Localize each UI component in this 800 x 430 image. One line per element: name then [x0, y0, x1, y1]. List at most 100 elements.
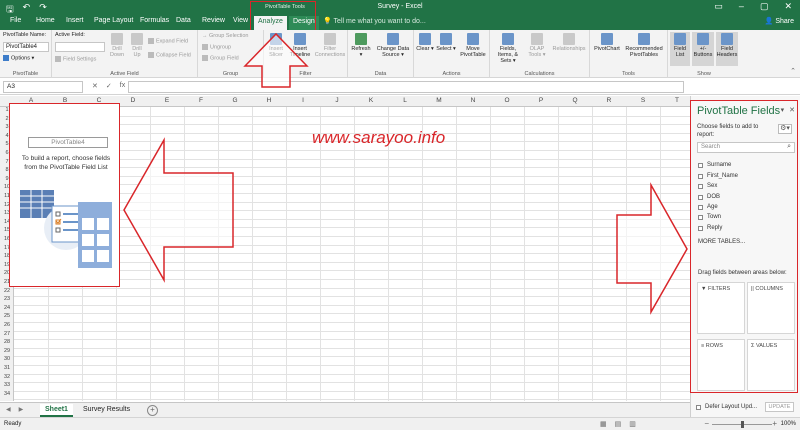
row-header[interactable]: 29: [0, 348, 14, 354]
recommended-pivottables-button[interactable]: Recommended PivotTables: [622, 33, 666, 58]
column-header[interactable]: R: [592, 97, 626, 104]
checkbox[interactable]: [698, 194, 703, 200]
row-header[interactable]: 32: [0, 374, 14, 380]
update-button[interactable]: UPDATE: [765, 402, 794, 412]
page-break-view-icon[interactable]: ▥: [629, 420, 636, 428]
column-header[interactable]: O: [490, 97, 524, 104]
checkbox[interactable]: [698, 204, 703, 210]
tab-data[interactable]: Data: [176, 17, 191, 24]
tab-view[interactable]: View: [233, 17, 248, 24]
row-header[interactable]: 28: [0, 339, 14, 345]
pane-close-icon[interactable]: ✕: [789, 106, 795, 114]
tab-page-layout[interactable]: Page Layout: [94, 17, 133, 24]
checkbox[interactable]: [698, 162, 703, 168]
filter-connections-button[interactable]: Filter Connections: [314, 33, 346, 58]
share-button[interactable]: 👤 Share: [765, 17, 794, 25]
field-item-surname[interactable]: Surname: [698, 162, 731, 168]
group-field-button[interactable]: Group Field: [202, 55, 239, 61]
field-list-button[interactable]: Field List: [670, 32, 690, 66]
column-header[interactable]: D: [116, 97, 150, 104]
column-header[interactable]: J: [320, 97, 354, 104]
zoom-in-icon[interactable]: +: [772, 419, 777, 428]
row-header[interactable]: 26: [0, 322, 14, 328]
tab-home[interactable]: Home: [36, 17, 55, 24]
drill-down-button[interactable]: Drill Down: [108, 33, 126, 58]
columns-area[interactable]: || COLUMNS: [747, 282, 795, 334]
checkbox[interactable]: [698, 173, 703, 179]
field-item-first-name[interactable]: First_Name: [698, 173, 738, 179]
tab-file[interactable]: File: [10, 17, 21, 24]
pane-options-icon[interactable]: ▾: [781, 106, 785, 114]
relationships-button[interactable]: Relationships: [550, 33, 588, 52]
next-sheet-icon[interactable]: ▶: [19, 406, 24, 413]
column-header[interactable]: H: [252, 97, 286, 104]
expand-field-button[interactable]: Expand Field: [148, 38, 188, 44]
column-header[interactable]: G: [218, 97, 252, 104]
rows-area[interactable]: ≡ ROWS: [697, 339, 745, 391]
minimize-icon[interactable]: –: [739, 1, 744, 12]
options-button[interactable]: Options ▾: [3, 55, 34, 61]
column-header[interactable]: L: [388, 97, 422, 104]
ungroup-button[interactable]: Ungroup: [202, 44, 231, 50]
olap-tools-button[interactable]: OLAP Tools ▾: [526, 33, 548, 58]
column-header[interactable]: Q: [558, 97, 592, 104]
buttons-toggle[interactable]: +/- Buttons: [692, 32, 714, 66]
row-header[interactable]: 34: [0, 391, 14, 397]
cancel-icon[interactable]: ✕: [92, 82, 98, 90]
collapse-field-button[interactable]: Collapse Field: [148, 52, 191, 58]
row-header[interactable]: 24: [0, 305, 14, 311]
tab-insert[interactable]: Insert: [66, 17, 84, 24]
zoom-level[interactable]: 100%: [781, 421, 796, 427]
formula-input[interactable]: [128, 81, 684, 93]
field-settings-button[interactable]: Field Settings: [55, 56, 96, 62]
fields-items-sets-button[interactable]: Fields, Items, & Sets ▾: [492, 33, 524, 64]
ribbon-display-icon[interactable]: ▭: [714, 1, 723, 12]
row-header[interactable]: 30: [0, 356, 14, 362]
row-header[interactable]: 31: [0, 365, 14, 371]
checkbox[interactable]: [698, 225, 703, 231]
field-item-reply[interactable]: Reply: [698, 225, 722, 231]
filters-area[interactable]: ▼ FILTERS: [697, 282, 745, 334]
pivotchart-button[interactable]: PivotChart: [592, 33, 622, 52]
row-header[interactable]: 22: [0, 288, 14, 294]
normal-view-icon[interactable]: ▦: [600, 420, 607, 428]
row-header[interactable]: 25: [0, 313, 14, 319]
enter-icon[interactable]: ✓: [106, 82, 112, 90]
field-item-town[interactable]: Town: [698, 214, 721, 220]
add-sheet-button[interactable]: +: [147, 405, 158, 416]
checkbox[interactable]: [696, 404, 701, 410]
field-item-sex[interactable]: Sex: [698, 183, 717, 189]
sheet-tab-sheet1[interactable]: Sheet1: [40, 404, 73, 417]
row-header[interactable]: 27: [0, 331, 14, 337]
insert-slicer-button[interactable]: Insert Slicer: [266, 33, 286, 58]
tell-me-box[interactable]: 💡 Tell me what you want to do...: [323, 17, 426, 25]
change-data-source-button[interactable]: Change Data Source ▾: [374, 33, 412, 58]
tab-formulas[interactable]: Formulas: [140, 17, 169, 24]
field-item-dob[interactable]: DOB: [698, 194, 720, 200]
field-item-age[interactable]: Age: [698, 204, 718, 210]
more-tables-link[interactable]: MORE TABLES...: [698, 239, 745, 245]
insert-timeline-button[interactable]: Insert Timeline: [288, 33, 312, 58]
column-header[interactable]: K: [354, 97, 388, 104]
drill-up-button[interactable]: Drill Up: [128, 33, 146, 58]
clear-button[interactable]: Clear ▾: [416, 33, 434, 52]
collapse-ribbon-icon[interactable]: ⌃: [790, 67, 796, 75]
defer-layout-update[interactable]: Defer Layout Upd...: [696, 404, 757, 410]
row-header[interactable]: 23: [0, 296, 14, 302]
column-header[interactable]: N: [456, 97, 490, 104]
values-area[interactable]: Σ VALUES: [747, 339, 795, 391]
column-header[interactable]: S: [626, 97, 660, 104]
refresh-button[interactable]: Refresh ▾: [350, 33, 372, 58]
row-header[interactable]: 33: [0, 382, 14, 388]
group-selection-button[interactable]: → Group Selection: [202, 33, 248, 39]
field-headers-button[interactable]: Field Headers: [716, 32, 738, 66]
tab-review[interactable]: Review: [202, 17, 225, 24]
page-layout-view-icon[interactable]: ▤: [615, 420, 622, 428]
field-search-input[interactable]: Search ⌕: [697, 142, 795, 153]
checkbox[interactable]: [698, 214, 703, 220]
zoom-out-icon[interactable]: −: [704, 419, 709, 428]
column-header[interactable]: E: [150, 97, 184, 104]
active-field-input[interactable]: [55, 42, 105, 52]
column-header[interactable]: P: [524, 97, 558, 104]
close-icon[interactable]: ✕: [784, 1, 792, 12]
